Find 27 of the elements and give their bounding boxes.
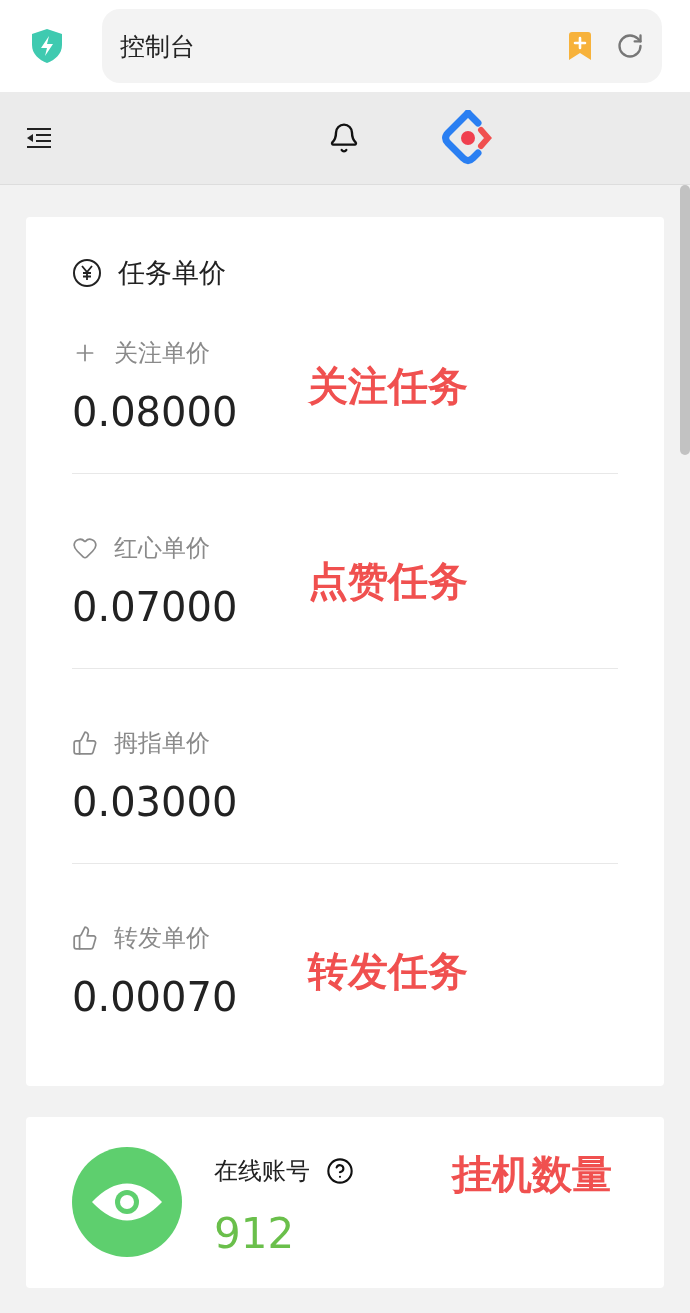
online-count: 912 <box>214 1209 296 1258</box>
thumbs-up-icon <box>72 730 98 756</box>
card-title: 任务单价 <box>118 256 226 290</box>
thumbs-up-icon <box>72 925 98 951</box>
refresh-icon[interactable] <box>616 32 644 60</box>
price-value: 0.07000 <box>72 584 239 630</box>
annotation-text: 关注任务 <box>308 361 468 411</box>
page-title: 控制台 <box>120 30 196 63</box>
annotation-text: 转发任务 <box>308 946 468 996</box>
heart-icon <box>72 535 98 561</box>
price-label: 红心单价 <box>114 533 210 564</box>
bell-icon[interactable] <box>328 122 360 154</box>
price-label: 转发单价 <box>114 923 210 954</box>
price-label: 拇指单价 <box>114 728 210 759</box>
yen-circle-icon <box>72 258 102 288</box>
shield-icon[interactable] <box>30 28 64 64</box>
annotation-text: 点赞任务 <box>308 556 468 606</box>
price-label: 关注单价 <box>114 338 210 369</box>
annotation-text: 挂机数量 <box>452 1150 612 1199</box>
price-value: 0.00070 <box>72 974 239 1020</box>
address-bar[interactable]: 控制台 <box>102 9 662 83</box>
menu-collapse-icon[interactable] <box>26 127 52 149</box>
price-value: 0.08000 <box>72 389 239 435</box>
scrollbar-thumb[interactable] <box>680 185 690 455</box>
help-icon[interactable] <box>326 1157 354 1185</box>
price-value: 0.03000 <box>72 779 239 825</box>
online-label: 在线账号 <box>214 1156 310 1187</box>
